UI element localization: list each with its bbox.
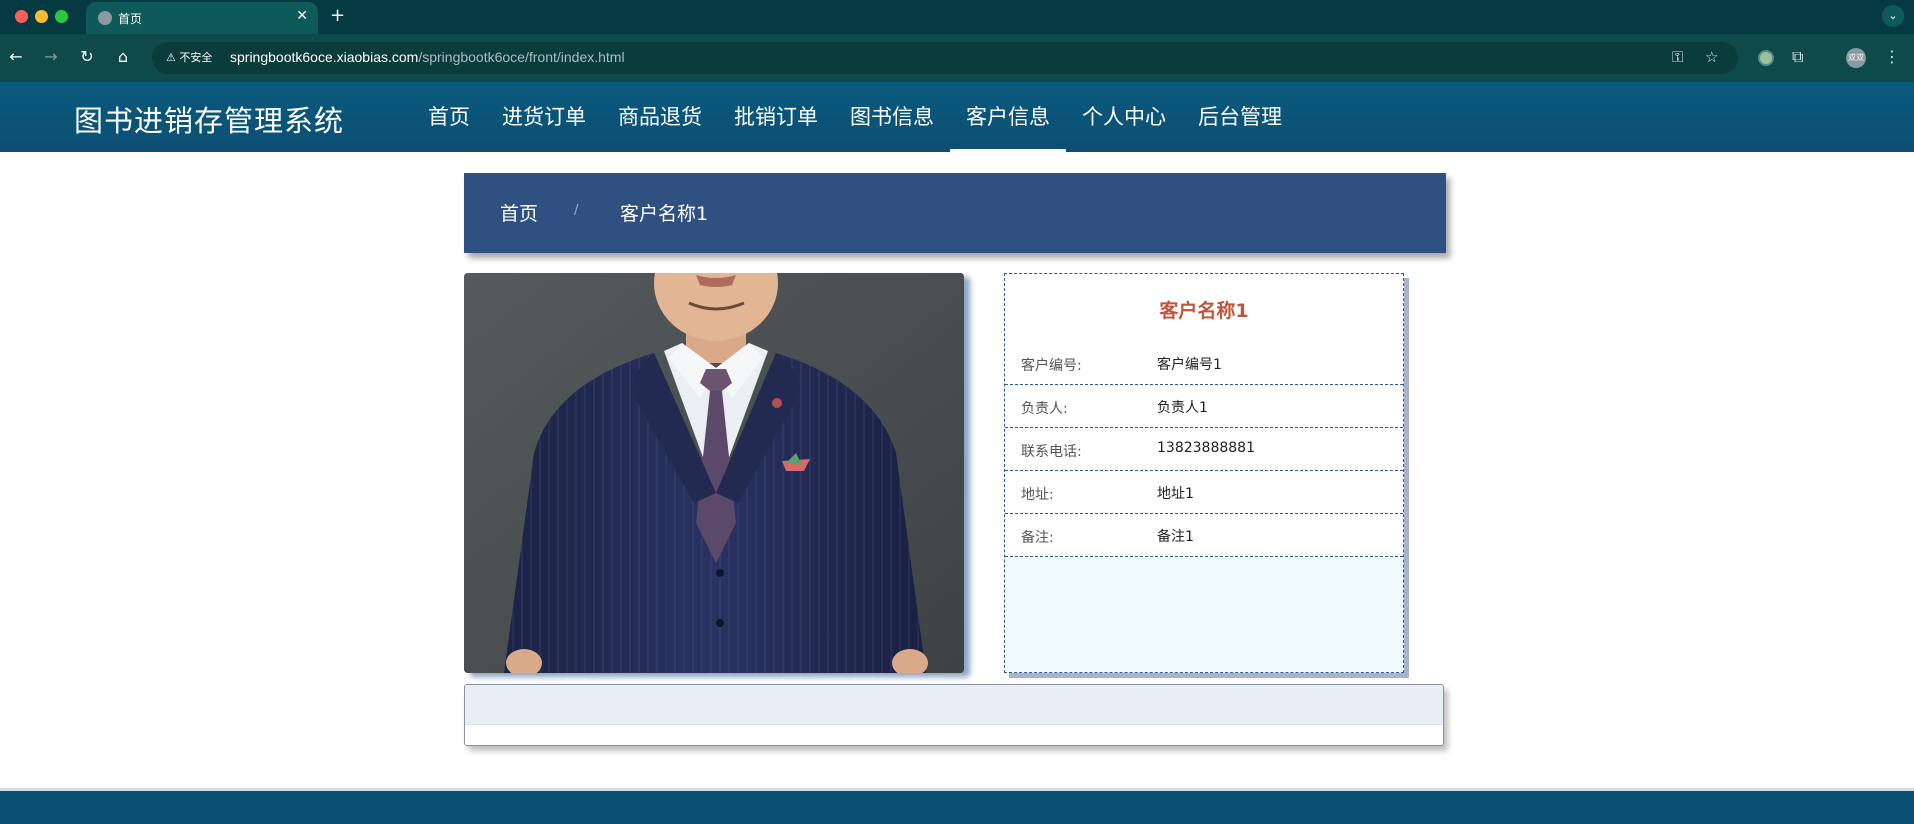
field-value: 备注1 — [1157, 529, 1194, 545]
warning-icon: ⚠ — [166, 51, 180, 64]
back-icon[interactable]: ← — [5, 47, 27, 66]
star-icon[interactable]: ☆ — [1705, 48, 1718, 66]
field-value: 负责人1 — [1157, 400, 1208, 416]
site-header: 图书进销存管理系统 首页 进货订单 商品退货 批销订单 图书信息 客户信息 个人… — [0, 82, 1914, 152]
nav-item-customer-info[interactable]: 客户信息 — [950, 82, 1066, 152]
nav-item-admin[interactable]: 后台管理 — [1182, 82, 1298, 152]
field-row-remarks: 备注: 备注1 — [1005, 514, 1403, 557]
site-title: 图书进销存管理系统 — [74, 104, 345, 138]
field-label: 地址: — [1021, 487, 1054, 503]
address-bar[interactable]: ⚠ 不安全 springbootk6oce.xiaobias.com/sprin… — [152, 42, 1738, 74]
window-close-control[interactable] — [15, 10, 28, 23]
url-text[interactable]: springbootk6oce.xiaobias.com/springbootk… — [230, 49, 625, 65]
security-label: 不安全 — [179, 51, 213, 64]
field-row-customer-id: 客户编号: 客户编号1 — [1005, 342, 1403, 385]
window-zoom-control[interactable] — [55, 10, 68, 23]
url-path: /springbootk6oce/front/index.html — [418, 49, 625, 65]
new-tab-button[interactable]: + — [330, 5, 345, 26]
puzzle-icon[interactable]: ⧉ — [1792, 47, 1803, 67]
tab-title: 首页 — [118, 12, 143, 26]
url-host: springbootk6oce.xiaobias.com — [230, 49, 419, 65]
portrait-illustration — [464, 273, 964, 673]
forward-icon[interactable]: → — [40, 47, 62, 66]
breadcrumb-separator: / — [574, 203, 579, 218]
detail-tab-header[interactable] — [465, 685, 1443, 725]
field-label: 客户编号: — [1021, 358, 1082, 374]
field-label: 备注: — [1021, 530, 1054, 546]
browser-toolbar: ← → ↻ ⌂ ⚠ 不安全 springbootk6oce.xiaobias.c… — [0, 34, 1914, 82]
nav-item-returns[interactable]: 商品退货 — [602, 82, 718, 152]
window-minimize-control[interactable] — [35, 10, 48, 23]
field-value: 13823888881 — [1157, 440, 1255, 456]
breadcrumb: 首页 / 客户名称1 — [464, 173, 1446, 253]
field-value: 地址1 — [1157, 486, 1194, 502]
customer-name-title: 客户名称1 — [1159, 300, 1249, 322]
security-indicator[interactable]: ⚠ 不安全 — [160, 47, 218, 69]
reload-icon[interactable]: ↻ — [76, 47, 98, 66]
chevron-down-icon[interactable]: ⌄ — [1882, 5, 1904, 27]
customer-photo — [464, 273, 964, 673]
nav-item-book-info[interactable]: 图书信息 — [834, 82, 950, 152]
field-value: 客户编号1 — [1157, 357, 1222, 373]
site-footer — [0, 788, 1914, 824]
main-nav: 首页 进货订单 商品退货 批销订单 图书信息 客户信息 个人中心 后台管理 — [412, 82, 1298, 152]
customer-info-panel: 客户名称1 客户编号: 客户编号1 负责人: 负责人1 联系电话: 138238… — [1004, 273, 1404, 673]
extension-icon[interactable] — [1758, 50, 1774, 66]
field-row-manager: 负责人: 负责人1 — [1005, 385, 1403, 428]
field-row-address: 地址: 地址1 — [1005, 471, 1403, 514]
avatar[interactable]: 双双 — [1846, 48, 1866, 68]
breadcrumb-home[interactable]: 首页 — [500, 199, 538, 226]
nav-item-home[interactable]: 首页 — [412, 82, 486, 152]
field-label: 联系电话: — [1021, 444, 1082, 460]
field-label: 负责人: — [1021, 401, 1068, 417]
detail-tab-box — [464, 684, 1444, 746]
nav-item-purchase-orders[interactable]: 进货订单 — [486, 82, 602, 152]
key-icon[interactable]: ⚿ — [1672, 48, 1683, 66]
field-row-phone: 联系电话: 13823888881 — [1005, 428, 1403, 471]
close-icon[interactable]: ✕ — [296, 8, 308, 24]
breadcrumb-current: 客户名称1 — [620, 203, 709, 225]
browser-tab-bar: 首页 ✕ + ⌄ — [0, 0, 1914, 34]
browser-tab[interactable]: 首页 ✕ — [86, 2, 318, 34]
menu-dots-icon[interactable]: ⋮ — [1884, 47, 1900, 66]
nav-item-personal-center[interactable]: 个人中心 — [1066, 82, 1182, 152]
globe-icon — [98, 11, 112, 25]
nav-item-wholesale-orders[interactable]: 批销订单 — [718, 82, 834, 152]
home-icon[interactable]: ⌂ — [112, 47, 134, 66]
